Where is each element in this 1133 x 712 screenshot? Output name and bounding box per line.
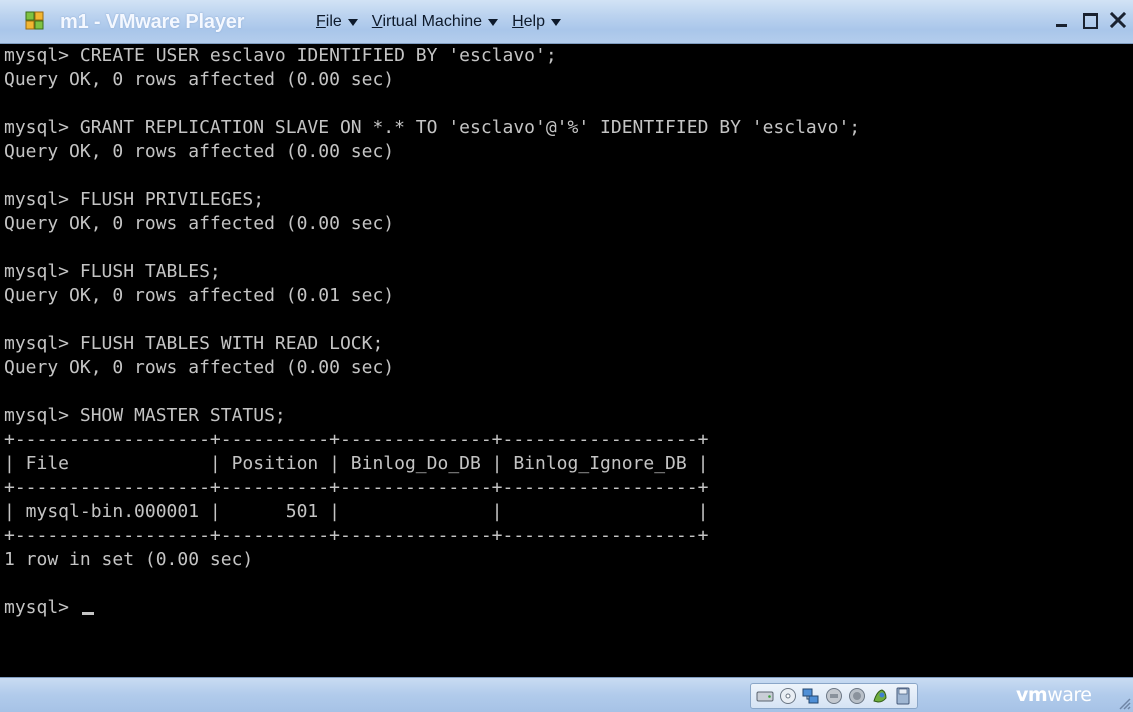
terminal-line: Query OK, 0 rows affected (0.00 sec)	[4, 213, 395, 234]
terminal-line: 1 row in set (0.00 sec)	[4, 549, 254, 570]
terminal-line: mysql> FLUSH PRIVILEGES;	[4, 189, 265, 210]
hard-disk-icon[interactable]	[755, 686, 775, 706]
terminal-line: +------------------+----------+---------…	[4, 429, 709, 450]
dropdown-arrow-icon	[347, 18, 358, 26]
menu-file-mnemonic: F	[316, 13, 326, 30]
terminal-line: mysql> SHOW MASTER STATUS;	[4, 405, 286, 426]
menu-virtual-machine-mnemonic: V	[371, 13, 383, 30]
menu-bar: File Virtual Machine Help	[316, 13, 561, 31]
window-title: m1 - VMware Player	[60, 11, 245, 33]
device-tray	[750, 683, 918, 709]
terminal-line: Query OK, 0 rows affected (0.00 sec)	[4, 357, 395, 378]
terminal-line: +------------------+----------+---------…	[4, 477, 709, 498]
status-bar: vmware	[0, 677, 1133, 712]
text-cursor	[81, 612, 94, 615]
maximize-icon[interactable]	[1081, 10, 1099, 30]
terminal-line: | File | Position | Binlog_Do_DB | Binlo…	[4, 453, 709, 474]
close-icon[interactable]	[1109, 10, 1127, 30]
menu-file[interactable]: File	[316, 13, 358, 31]
terminal-output[interactable]: mysql> CREATE USER esclavo IDENTIFIED BY…	[4, 44, 860, 620]
terminal-prompt-line[interactable]: mysql>	[4, 596, 860, 620]
terminal-line: Query OK, 0 rows affected (0.00 sec)	[4, 141, 395, 162]
menu-virtual-machine-label: irtual Machine	[382, 13, 483, 30]
menu-help-label: elp	[523, 13, 545, 30]
terminal-line: +------------------+----------+---------…	[4, 525, 709, 546]
menu-file-label: ile	[325, 13, 342, 30]
resize-grip-icon[interactable]	[1115, 694, 1131, 710]
sound-card-icon[interactable]	[847, 686, 867, 706]
floppy-icon[interactable]	[893, 686, 913, 706]
terminal-line: mysql> CREATE USER esclavo IDENTIFIED BY…	[4, 45, 557, 66]
title-bar[interactable]: m1 - VMware Player File Virtual Machine …	[0, 0, 1133, 44]
network-adapter-icon[interactable]	[801, 686, 821, 706]
vmware-app-icon[interactable]	[25, 11, 44, 30]
usb-controller-icon[interactable]	[824, 686, 844, 706]
terminal-line: Query OK, 0 rows affected (0.01 sec)	[4, 285, 395, 306]
vmware-logo-bold: vm	[1016, 684, 1048, 706]
vmware-logo-rest: ware	[1047, 684, 1092, 706]
dropdown-arrow-icon	[551, 18, 561, 26]
dropdown-arrow-icon	[488, 18, 499, 26]
vmware-logo: vmware	[1016, 684, 1092, 706]
menu-help[interactable]: Help	[512, 13, 561, 31]
terminal-line: mysql> GRANT REPLICATION SLAVE ON *.* TO…	[4, 117, 861, 138]
terminal-line: mysql> FLUSH TABLES WITH READ LOCK;	[4, 333, 384, 354]
terminal-line: Query OK, 0 rows affected (0.00 sec)	[4, 69, 395, 90]
terminal-prompt: mysql>	[4, 597, 80, 618]
terminal-line: | mysql-bin.000001 | 501 | | |	[4, 501, 709, 522]
printer-icon[interactable]	[870, 686, 890, 706]
menu-help-mnemonic: H	[512, 13, 524, 30]
minimize-icon[interactable]	[1053, 10, 1071, 30]
menu-virtual-machine[interactable]: Virtual Machine	[371, 13, 499, 31]
window-controls	[1053, 10, 1127, 30]
terminal-line: mysql> FLUSH TABLES;	[4, 261, 221, 282]
vmware-player-window: m1 - VMware Player File Virtual Machine …	[0, 0, 1133, 712]
cd-rom-icon[interactable]	[778, 686, 798, 706]
